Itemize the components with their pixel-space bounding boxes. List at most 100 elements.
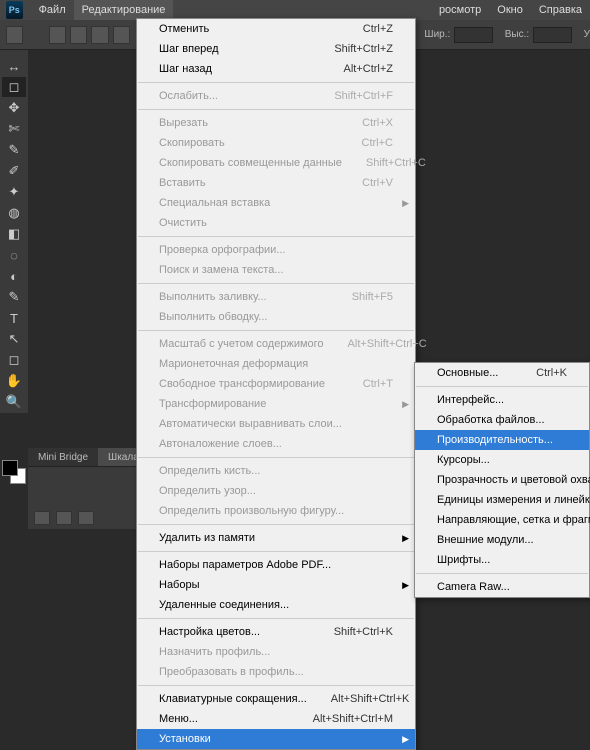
tool-8[interactable]: ◧	[2, 224, 26, 244]
menu-item-шаг-вперед[interactable]: Шаг впередShift+Ctrl+Z	[137, 39, 415, 59]
menu-item-label: Автоналожение слоев...	[159, 437, 282, 451]
tool-1[interactable]: ◻	[2, 77, 26, 97]
menu-item-label: Скопировать	[159, 136, 225, 150]
menu-item-основные-[interactable]: Основные...Ctrl+K	[415, 363, 589, 383]
foreground-color-swatch[interactable]	[2, 460, 18, 476]
menu-item-производительность-[interactable]: Производительность...	[415, 430, 589, 450]
menu-help[interactable]: Справка	[531, 0, 590, 20]
menu-item-внешние-модули-[interactable]: Внешние модули...	[415, 530, 589, 550]
menu-item-label: Очистить	[159, 216, 207, 230]
menu-item-наборы[interactable]: Наборы▶	[137, 575, 415, 595]
menu-separator	[416, 386, 588, 387]
menu-item-интерфейс-[interactable]: Интерфейс...	[415, 390, 589, 410]
menu-item-определить-кисть-: Определить кисть...	[137, 461, 415, 481]
tool-2[interactable]: ✥	[2, 98, 26, 118]
menu-item-label: Внешние модули...	[437, 533, 534, 547]
menu-shortcut: Shift+Ctrl+C	[366, 156, 426, 170]
menu-separator	[138, 457, 414, 458]
menu-item-наборы-параметров-adobe-pdf-[interactable]: Наборы параметров Adobe PDF...	[137, 555, 415, 575]
menu-item-настройка-цветов-[interactable]: Настройка цветов...Shift+Ctrl+K	[137, 622, 415, 642]
menu-item-label: Отменить	[159, 22, 209, 36]
menu-edit[interactable]: Редактирование	[74, 0, 174, 20]
height-label: Выс.:	[505, 29, 529, 40]
menu-item-меню-[interactable]: Меню...Alt+Shift+Ctrl+M	[137, 709, 415, 729]
menu-shortcut: Shift+F5	[352, 290, 393, 304]
menu-item-label: Интерфейс...	[437, 393, 504, 407]
menu-item-обработка-файлов-[interactable]: Обработка файлов...	[415, 410, 589, 430]
tool-6[interactable]: ✦	[2, 182, 26, 202]
menu-item-camera-raw-[interactable]: Camera Raw...	[415, 577, 589, 597]
menu-item-label: Свободное трансформирование	[159, 377, 325, 391]
menu-shortcut: Shift+Ctrl+K	[334, 625, 393, 639]
submenu-arrow-icon: ▶	[402, 578, 409, 592]
menu-item-удалить-из-памяти[interactable]: Удалить из памяти▶	[137, 528, 415, 548]
menu-item-прозрачность-и-цветовой-охват-[interactable]: Прозрачность и цветовой охват...	[415, 470, 589, 490]
menu-item-шрифты-[interactable]: Шрифты...	[415, 550, 589, 570]
menu-item-автоматически-выравнивать-слои-: Автоматически выравнивать слои...	[137, 414, 415, 434]
menu-item-label: Выполнить обводку...	[159, 310, 267, 324]
timeline-btn-2[interactable]	[56, 511, 72, 525]
menu-item-специальная-вставка: Специальная вставка▶	[137, 193, 415, 213]
tool-7[interactable]: ◍	[2, 203, 26, 223]
tool-16[interactable]: 🔍	[2, 392, 26, 412]
menu-item-label: Установки	[159, 732, 211, 746]
opt-btn-3[interactable]	[91, 26, 108, 44]
menu-item-единицы-измерения-и-линейки-[interactable]: Единицы измерения и линейки...	[415, 490, 589, 510]
tool-11[interactable]: ✎	[2, 287, 26, 307]
tool-15[interactable]: ✋	[2, 371, 26, 391]
menu-item-label: Специальная вставка	[159, 196, 270, 210]
tool-0[interactable]: ↔	[2, 56, 26, 76]
menu-item-поиск-и-замена-текста-: Поиск и замена текста...	[137, 260, 415, 280]
menu-item-label: Автоматически выравнивать слои...	[159, 417, 342, 431]
color-swatches[interactable]	[2, 460, 26, 484]
width-label: Шир.:	[424, 29, 450, 40]
menu-item-шаг-назад[interactable]: Шаг назадAlt+Ctrl+Z	[137, 59, 415, 79]
tab-mini-bridge[interactable]: Mini Bridge	[28, 448, 98, 466]
menu-item-установки[interactable]: Установки ▶	[137, 729, 415, 749]
menu-item-трансформирование: Трансформирование▶	[137, 394, 415, 414]
width-field[interactable]	[454, 27, 492, 43]
tool-10[interactable]: ◐	[2, 266, 26, 286]
menu-separator	[138, 551, 414, 552]
menu-shortcut: Alt+Ctrl+Z	[343, 62, 393, 76]
tool-5[interactable]: ✐	[2, 161, 26, 181]
tool-14[interactable]: ◻	[2, 350, 26, 370]
timeline-btn-1[interactable]	[34, 511, 50, 525]
menu-item-отменить[interactable]: ОтменитьCtrl+Z	[137, 19, 415, 39]
menu-item-label: Проверка орфографии...	[159, 243, 285, 257]
menu-file[interactable]: Файл	[31, 0, 74, 20]
menu-item-скопировать-совмещенные-данные: Скопировать совмещенные данныеShift+Ctrl…	[137, 153, 415, 173]
tool-12[interactable]: T	[2, 308, 26, 328]
submenu-arrow-icon: ▶	[402, 732, 409, 746]
menu-item-клавиатурные-сокращения-[interactable]: Клавиатурные сокращения...Alt+Shift+Ctrl…	[137, 689, 415, 709]
tool-3[interactable]: ✄	[2, 119, 26, 139]
menu-item-направляющие-сетка-и-фрагменты-[interactable]: Направляющие, сетка и фрагменты...	[415, 510, 589, 530]
menu-item-курсоры-[interactable]: Курсоры...	[415, 450, 589, 470]
menu-shortcut: Shift+Ctrl+F	[334, 89, 393, 103]
menu-item-ослабить-: Ослабить...Shift+Ctrl+F	[137, 86, 415, 106]
tool-9[interactable]: ◌	[2, 245, 26, 265]
menu-separator	[138, 109, 414, 110]
height-field[interactable]	[533, 27, 571, 43]
opt-btn-4[interactable]	[113, 26, 130, 44]
menu-item-label: Марионеточная деформация	[159, 357, 308, 371]
menu-item-удаленные-соединения-[interactable]: Удаленные соединения...	[137, 595, 415, 615]
menu-view[interactable]: росмотр	[431, 0, 489, 20]
menu-separator	[416, 573, 588, 574]
opt-btn-1[interactable]	[49, 26, 66, 44]
tool-4[interactable]: ✎	[2, 140, 26, 160]
menu-window[interactable]: Окно	[489, 0, 531, 20]
menu-item-label: Определить узор...	[159, 484, 256, 498]
menu-item-label: Шаг вперед	[159, 42, 219, 56]
opt-btn-2[interactable]	[70, 26, 87, 44]
menu-item-свободное-трансформирование: Свободное трансформированиеCtrl+T	[137, 374, 415, 394]
menu-item-label: Меню...	[159, 712, 198, 726]
menu-item-label: Преобразовать в профиль...	[159, 665, 304, 679]
tool-preset-button[interactable]	[6, 26, 23, 44]
submenu-arrow-icon: ▶	[402, 531, 409, 545]
menu-shortcut: Ctrl+V	[362, 176, 393, 190]
timeline-btn-3[interactable]	[78, 511, 94, 525]
tool-13[interactable]: ↖	[2, 329, 26, 349]
menu-item-определить-узор-: Определить узор...	[137, 481, 415, 501]
menu-separator	[138, 82, 414, 83]
